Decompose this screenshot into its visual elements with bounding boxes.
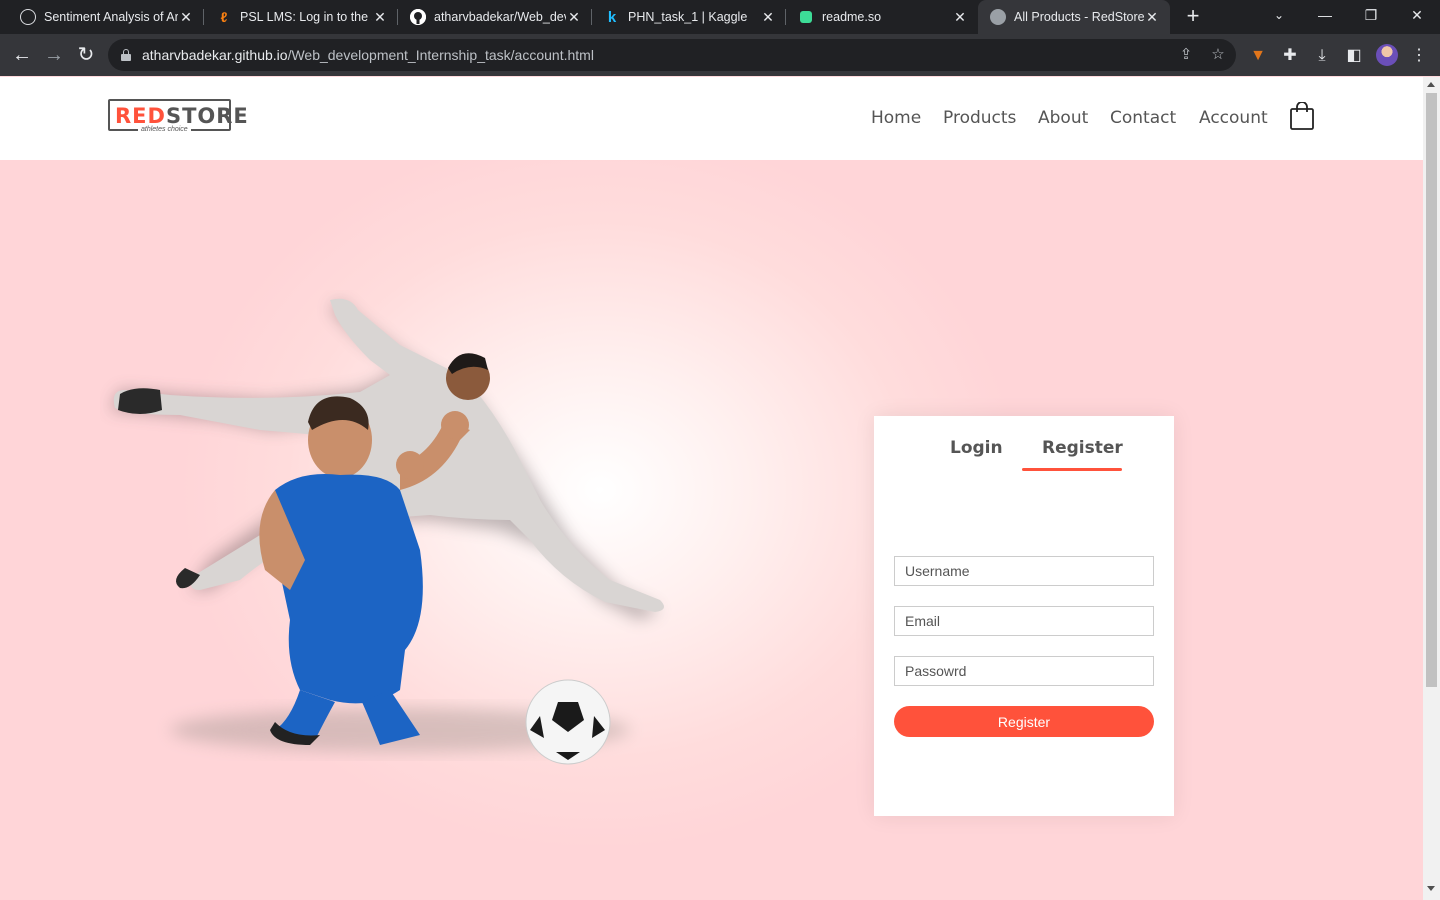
forward-arrow-icon[interactable]: → xyxy=(40,41,68,69)
close-icon[interactable]: ✕ xyxy=(566,9,582,26)
tab-title: readme.so xyxy=(822,10,882,24)
hero-section: Login Register Register xyxy=(0,160,1423,900)
tab-title: PHN_task_1 | Kaggle xyxy=(628,10,748,24)
scrollbar-thumb[interactable] xyxy=(1426,93,1437,687)
nav-products[interactable]: Products xyxy=(943,108,1016,128)
share-icon[interactable]: ⇪ xyxy=(1176,45,1196,65)
shopping-bag-icon[interactable] xyxy=(1290,102,1314,130)
site-header: REDSTORE athletes choice Home Products A… xyxy=(0,77,1423,160)
browser-tab[interactable]: atharvbadekar/Web_dev ✕ xyxy=(398,0,592,34)
window-close-icon[interactable]: ✕ xyxy=(1394,0,1440,34)
nav-contact[interactable]: Contact xyxy=(1110,108,1176,128)
register-button[interactable]: Register xyxy=(894,706,1154,737)
site-logo[interactable]: REDSTORE athletes choice xyxy=(108,99,248,133)
tab-search-icon[interactable]: ⌄ xyxy=(1256,0,1302,34)
tab-register[interactable]: Register xyxy=(1042,438,1123,458)
football-players-image xyxy=(110,298,664,765)
tab-login[interactable]: Login xyxy=(950,438,1003,458)
back-arrow-icon[interactable]: ← xyxy=(8,41,36,69)
page-viewport: REDSTORE athletes choice Home Products A… xyxy=(0,77,1423,900)
tab-title: Sentiment Analysis of Ar xyxy=(44,10,178,24)
bookmark-star-icon[interactable]: ☆ xyxy=(1208,45,1228,65)
close-icon[interactable]: ✕ xyxy=(952,9,968,26)
metamask-icon[interactable]: ▼ xyxy=(1247,45,1269,67)
menu-kebab-icon[interactable]: ⋮ xyxy=(1408,45,1430,67)
profile-avatar[interactable] xyxy=(1376,44,1398,66)
globe-icon xyxy=(990,9,1006,25)
tab-title: All Products - RedStore xyxy=(1014,10,1144,24)
page-scrollbar[interactable] xyxy=(1423,77,1440,900)
username-input[interactable] xyxy=(894,556,1154,586)
extensions-puzzle-icon[interactable]: ✚ xyxy=(1279,45,1301,67)
github-icon xyxy=(410,9,426,25)
readme-icon xyxy=(800,11,812,23)
openai-icon xyxy=(20,9,36,25)
account-form-card: Login Register Register xyxy=(874,416,1174,816)
kaggle-icon: k xyxy=(607,8,617,26)
password-input[interactable] xyxy=(894,656,1154,686)
scroll-down-arrow-icon[interactable] xyxy=(1427,886,1435,891)
email-input[interactable] xyxy=(894,606,1154,636)
nav-account[interactable]: Account xyxy=(1199,108,1268,128)
close-icon[interactable]: ✕ xyxy=(760,9,776,26)
moodle-icon: ℓ xyxy=(220,9,228,25)
reload-icon[interactable]: ↻ xyxy=(72,41,100,69)
lock-icon xyxy=(121,49,131,61)
browser-tab[interactable]: ℓ PSL LMS: Log in to the si ✕ xyxy=(204,0,398,34)
browser-tab-strip: Sentiment Analysis of Ar ✕ ℓ PSL LMS: Lo… xyxy=(0,0,1440,34)
restore-icon[interactable]: ❐ xyxy=(1348,0,1394,34)
browser-tab[interactable]: k PHN_task_1 | Kaggle ✕ xyxy=(592,0,786,34)
minimize-icon[interactable]: — xyxy=(1302,0,1348,34)
tab-title: PSL LMS: Log in to the si xyxy=(240,10,372,24)
scroll-up-arrow-icon[interactable] xyxy=(1427,82,1435,87)
browser-toolbar: ← → ↻ atharvbadekar.github.io/Web_develo… xyxy=(0,34,1440,76)
address-bar[interactable]: atharvbadekar.github.io/Web_development_… xyxy=(108,39,1236,71)
close-icon[interactable]: ✕ xyxy=(1144,9,1160,26)
logo-tagline: athletes choice xyxy=(138,126,191,133)
close-icon[interactable]: ✕ xyxy=(178,9,194,26)
browser-tab[interactable]: Sentiment Analysis of Ar ✕ xyxy=(8,0,204,34)
side-panel-icon[interactable]: ◧ xyxy=(1343,45,1365,67)
browser-tab[interactable]: readme.so ✕ xyxy=(786,0,978,34)
close-icon[interactable]: ✕ xyxy=(372,9,388,26)
url-text[interactable]: atharvbadekar.github.io/Web_development_… xyxy=(142,47,594,63)
active-tab-indicator xyxy=(1022,468,1122,471)
nav-home[interactable]: Home xyxy=(871,108,921,128)
tab-title: atharvbadekar/Web_dev xyxy=(434,10,566,24)
browser-tab-active[interactable]: All Products - RedStore ✕ xyxy=(978,0,1170,34)
nav-about[interactable]: About xyxy=(1038,108,1088,128)
new-tab-button[interactable]: + xyxy=(1180,4,1206,30)
download-icon[interactable]: ⤓ xyxy=(1311,45,1333,67)
